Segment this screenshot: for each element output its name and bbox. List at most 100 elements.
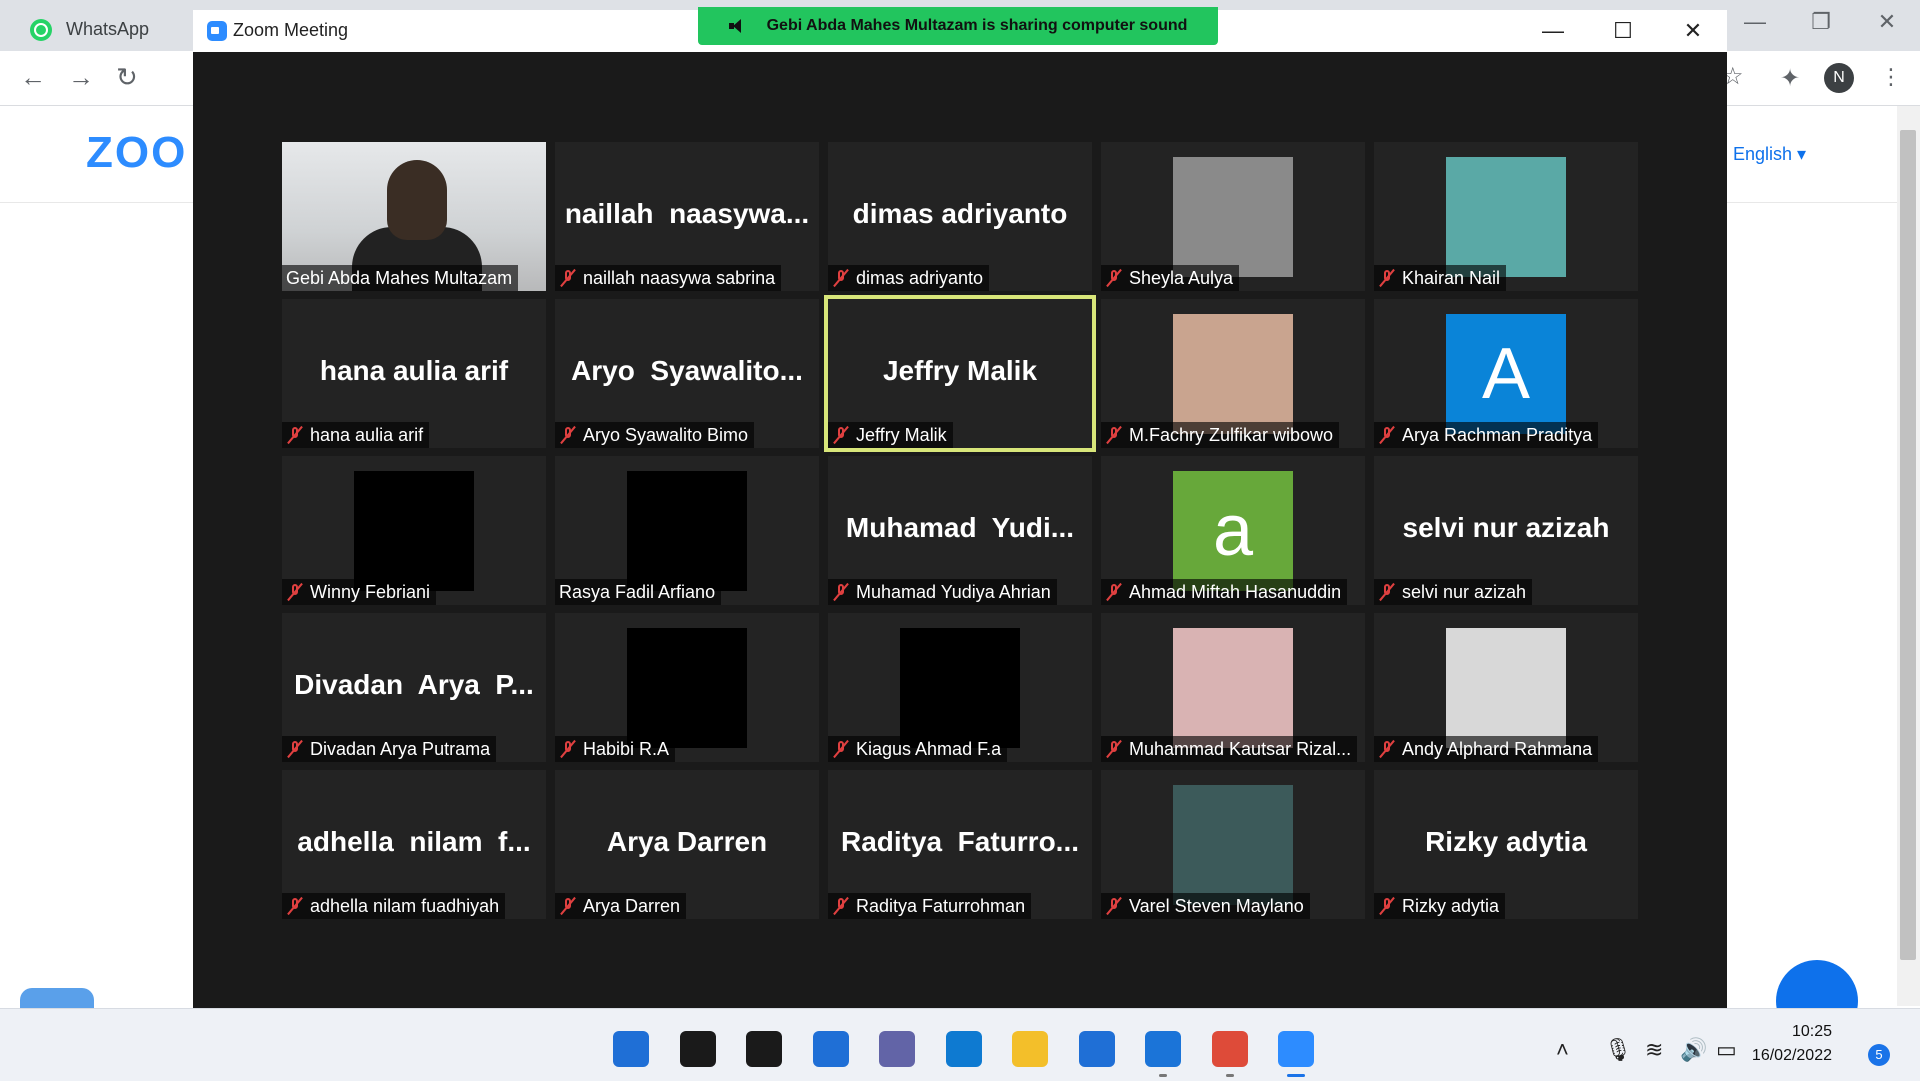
- zoom-icon[interactable]: [1278, 1031, 1314, 1067]
- participant-tile[interactable]: Arya Darren Arya Darren: [555, 770, 819, 919]
- taskbar-time[interactable]: 10:25: [1762, 1023, 1832, 1041]
- running-indicator: [1159, 1074, 1167, 1077]
- language-link[interactable]: English ▾: [1733, 144, 1806, 165]
- mic-muted-icon: [1378, 897, 1396, 915]
- participant-tile[interactable]: Andy Alphard Rahmana: [1374, 613, 1638, 762]
- participant-name: Muhammad Kautsar Rizal...: [1129, 739, 1352, 759]
- participant-name-label: hana aulia arif: [282, 422, 430, 448]
- participant-tile[interactable]: Varel Steven Maylano: [1101, 770, 1365, 919]
- search-icon[interactable]: [680, 1031, 716, 1067]
- participant-tile[interactable]: Divadan Arya P... Divadan Arya Putrama: [282, 613, 546, 762]
- participant-name: dimas adriyanto: [856, 268, 984, 288]
- participant-profile-picture: [900, 628, 1020, 748]
- zoom-maximize-button[interactable]: ☐: [1598, 14, 1648, 48]
- participant-name-label: Varel Steven Maylano: [1101, 893, 1310, 919]
- participant-tile[interactable]: Jeffry Malik Jeffry Malik: [824, 295, 1096, 452]
- participant-name: Gebi Abda Mahes Multazam: [286, 268, 513, 288]
- participant-name-label: Muhamad Yudiya Ahrian: [828, 579, 1057, 605]
- participant-tile[interactable]: Muhammad Kautsar Rizal...: [1101, 613, 1365, 762]
- participant-display-name: hana aulia arif: [319, 355, 509, 386]
- participant-tile[interactable]: Rizky adytia Rizky adytia: [1374, 770, 1638, 919]
- participant-tile[interactable]: Raditya Faturro... Raditya Faturrohman: [828, 770, 1092, 919]
- participant-name-label: Khairan Nail: [1374, 265, 1507, 291]
- participant-tile[interactable]: a Ahmad Miftah Hasanuddin: [1101, 456, 1365, 605]
- browser-menu-icon[interactable]: ⋮: [1880, 64, 1902, 90]
- browser-close-button[interactable]: ✕: [1854, 0, 1920, 44]
- mic-muted-icon: [559, 269, 577, 287]
- wifi-icon[interactable]: ≋: [1645, 1037, 1663, 1063]
- participant-tile[interactable]: naillah naasywa... naillah naasywa sabrin…: [555, 142, 819, 291]
- teams-chat-icon[interactable]: [879, 1031, 915, 1067]
- notification-badge[interactable]: 5: [1868, 1044, 1890, 1066]
- browser-minimize-button[interactable]: —: [1722, 0, 1788, 44]
- participant-name-label: Habibi R.A: [555, 736, 676, 762]
- zoom-close-button[interactable]: ✕: [1668, 14, 1718, 48]
- participant-display-name: selvi nur azizah: [1402, 512, 1610, 543]
- profile-avatar[interactable]: N: [1824, 63, 1854, 93]
- participant-name-label: M.Fachry Zulfikar wibowo: [1101, 422, 1340, 448]
- participant-tile[interactable]: dimas adriyanto dimas adriyanto: [828, 142, 1092, 291]
- browser-restore-button[interactable]: ❐: [1788, 0, 1854, 44]
- participant-tile[interactable]: Muhamad Yudi... Muhamad Yudiya Ahrian: [828, 456, 1092, 605]
- participant-name-label: Winny Febriani: [282, 579, 437, 605]
- mic-muted-icon: [1105, 897, 1123, 915]
- participant-tile[interactable]: Kiagus Ahmad F.a: [828, 613, 1092, 762]
- participant-name-label: adhella nilam fuadhiyah: [282, 893, 506, 919]
- participant-profile-picture: [1173, 628, 1293, 748]
- back-icon[interactable]: ←: [20, 62, 46, 93]
- participant-tile[interactable]: selvi nur azizah selvi nur azizah: [1374, 456, 1638, 605]
- mail-icon[interactable]: [1079, 1031, 1115, 1067]
- participant-name: Aryo Syawalito Bimo: [583, 425, 749, 445]
- sharing-sound-text: Gebi Abda Mahes Multazam is sharing comp…: [766, 17, 1188, 34]
- running-indicator: [1287, 1074, 1305, 1077]
- mic-muted-icon: [1378, 426, 1396, 444]
- mic-muted-icon: [1378, 269, 1396, 287]
- taskbar-date[interactable]: 16/02/2022: [1748, 1047, 1832, 1065]
- participant-name-label: Gebi Abda Mahes Multazam: [282, 265, 519, 291]
- participant-name: Winny Febriani: [310, 582, 431, 602]
- participant-tile[interactable]: M.Fachry Zulfikar wibowo: [1101, 299, 1365, 448]
- running-indicator: [1226, 1074, 1234, 1077]
- participant-tile[interactable]: Sheyla Aulya: [1101, 142, 1365, 291]
- app-icon[interactable]: [1145, 1031, 1181, 1067]
- participant-name: Khairan Nail: [1402, 268, 1501, 288]
- participant-display-name: Jeffry Malik: [882, 355, 1038, 386]
- battery-icon[interactable]: ▭: [1716, 1037, 1737, 1063]
- participant-tile[interactable]: adhella nilam f... adhella nilam fuadhiya…: [282, 770, 546, 919]
- participant-name-label: dimas adriyanto: [828, 265, 990, 291]
- forward-icon[interactable]: →: [68, 62, 94, 93]
- participant-tile[interactable]: A Arya Rachman Praditya: [1374, 299, 1638, 448]
- start-icon[interactable]: [613, 1031, 649, 1067]
- mic-muted-icon: [286, 426, 304, 444]
- participant-display-name: naillah naasywa...: [564, 198, 810, 229]
- edge-icon[interactable]: [946, 1031, 982, 1067]
- tray-overflow-icon[interactable]: ˄: [1556, 1037, 1569, 1063]
- participant-name: M.Fachry Zulfikar wibowo: [1129, 425, 1334, 445]
- extensions-icon[interactable]: ✦: [1780, 64, 1800, 93]
- volume-icon[interactable]: 🔊: [1680, 1037, 1707, 1063]
- participant-display-name: Arya Darren: [606, 826, 768, 857]
- microphone-icon[interactable]: 🎙: [1604, 1037, 1632, 1063]
- participant-name: selvi nur azizah: [1402, 582, 1527, 602]
- participant-tile[interactable]: Winny Febriani: [282, 456, 546, 605]
- reload-icon[interactable]: ↻: [116, 62, 138, 93]
- zoom-minimize-button[interactable]: —: [1528, 14, 1578, 48]
- zoom-meeting-window: Zoom Meeting — ☐ ✕ Gebi Abda Mahes Multa…: [193, 7, 1727, 1008]
- page-scroll-thumb[interactable]: [1900, 130, 1916, 960]
- participant-profile-picture: [1173, 314, 1293, 434]
- chrome-icon[interactable]: [1212, 1031, 1248, 1067]
- participant-profile-picture: [1446, 628, 1566, 748]
- participant-tile[interactable]: Gebi Abda Mahes Multazam: [282, 142, 546, 291]
- task-view-icon[interactable]: [746, 1031, 782, 1067]
- participant-tile[interactable]: hana aulia arif hana aulia arif: [282, 299, 546, 448]
- participant-tile[interactable]: Habibi R.A: [555, 613, 819, 762]
- browser-tab-whatsapp[interactable]: WhatsApp: [0, 8, 149, 51]
- file-explorer-icon[interactable]: [1012, 1031, 1048, 1067]
- participant-tile[interactable]: Khairan Nail: [1374, 142, 1638, 291]
- widgets-icon[interactable]: [813, 1031, 849, 1067]
- participant-tile[interactable]: Rasya Fadil Arfiano: [555, 456, 819, 605]
- participant-tile[interactable]: Aryo Syawalito... Aryo Syawalito Bimo: [555, 299, 819, 448]
- mic-muted-icon: [286, 583, 304, 601]
- mic-muted-icon: [832, 583, 850, 601]
- participant-display-name: dimas adriyanto: [852, 198, 1068, 229]
